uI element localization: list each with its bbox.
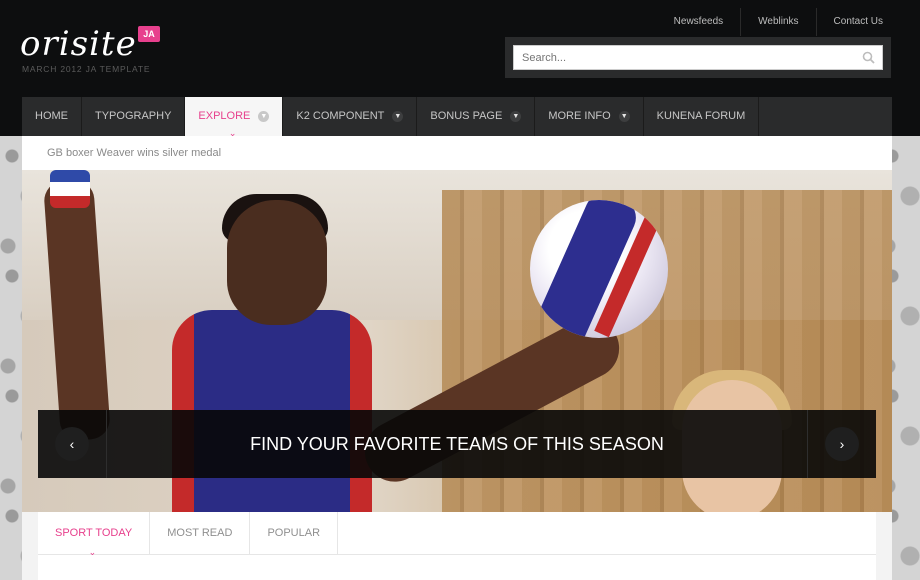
slide-caption-bar: ‹ FIND YOUR FAVORITE TEAMS OF THIS SEASO… <box>38 410 876 478</box>
nav-item-label: KUNENA FORUM <box>656 110 746 122</box>
top-links: Newsfeeds Weblinks Contact Us <box>657 8 900 36</box>
nav-item-typography[interactable]: TYPOGRAPHY <box>82 97 186 136</box>
nav-item-bonus-page[interactable]: BONUS PAGE ▼ <box>417 97 536 136</box>
chevron-down-icon: ▼ <box>510 111 522 122</box>
site-logo[interactable]: orisite JA MARCH 2012 JA TEMPLATE <box>20 24 170 76</box>
main-nav: HOME TYPOGRAPHY EXPLORE ▼ ⌄ K2 COMPONENT… <box>22 97 892 138</box>
tab-row: SPORT TODAY ⌄ MOST READ POPULAR <box>38 512 876 557</box>
chevron-down-icon: ▼ <box>392 111 404 122</box>
news-ticker[interactable]: GB boxer Weaver wins silver medal <box>22 136 892 170</box>
tab-sport-today[interactable]: SPORT TODAY ⌄ <box>38 512 151 557</box>
prev-slide-button[interactable]: ‹ <box>55 427 89 461</box>
nav-item-label: EXPLORE <box>198 110 251 122</box>
nav-item-more-info[interactable]: MORE INFO ▼ <box>535 97 644 136</box>
caption-divider <box>106 410 107 478</box>
chevron-down-icon: ▼ <box>618 111 630 122</box>
basketball-image <box>530 200 668 338</box>
ticker-text[interactable]: GB boxer Weaver wins silver medal <box>47 147 221 159</box>
caption-divider <box>807 410 808 478</box>
hero-image-wristband <box>50 170 90 208</box>
chevron-right-icon: › <box>839 436 845 452</box>
hero-image-head <box>227 200 327 325</box>
search-icon[interactable] <box>862 51 875 64</box>
search-box <box>505 37 891 78</box>
tab-label: MOST READ <box>167 527 233 539</box>
toplink-contact-us[interactable]: Contact Us <box>815 8 900 36</box>
chevron-down-icon: ▼ <box>258 111 270 122</box>
logo-text: orisite <box>20 24 137 64</box>
tab-label: POPULAR <box>267 527 321 539</box>
next-slide-button[interactable]: › <box>825 427 859 461</box>
main-content: GB boxer Weaver wins silver medal ‹ FIND… <box>22 136 892 580</box>
nav-item-label: BONUS PAGE <box>430 110 503 122</box>
nav-item-label: MORE INFO <box>548 110 611 122</box>
tab-most-read[interactable]: MOST READ <box>150 512 251 554</box>
search-input[interactable] <box>513 45 883 70</box>
nav-item-explore[interactable]: EXPLORE ▼ ⌄ <box>185 97 284 138</box>
nav-item-k2-component[interactable]: K2 COMPONENT ▼ <box>283 97 418 136</box>
logo-tagline: MARCH 2012 JA TEMPLATE <box>22 64 151 74</box>
site-header: orisite JA MARCH 2012 JA TEMPLATE Newsfe… <box>0 0 920 138</box>
slide-caption[interactable]: FIND YOUR FAVORITE TEAMS OF THIS SEASON <box>128 410 786 478</box>
nav-item-label: K2 COMPONENT <box>296 110 385 122</box>
logo-badge: JA <box>138 26 160 42</box>
tab-popular[interactable]: POPULAR <box>250 512 339 554</box>
active-pointer-icon: ⌄ <box>88 547 97 557</box>
toplink-weblinks[interactable]: Weblinks <box>740 8 815 36</box>
nav-item-kunena-forum[interactable]: KUNENA FORUM <box>644 97 760 136</box>
toplink-newsfeeds[interactable]: Newsfeeds <box>657 8 740 36</box>
nav-item-home[interactable]: HOME <box>22 97 82 136</box>
content-tabs: SPORT TODAY ⌄ MOST READ POPULAR <box>38 512 876 580</box>
tab-label: SPORT TODAY <box>55 527 133 539</box>
chevron-left-icon: ‹ <box>69 436 75 452</box>
nav-item-label: TYPOGRAPHY <box>95 110 172 122</box>
nav-item-label: HOME <box>35 110 68 122</box>
hero-slideshow[interactable]: ‹ FIND YOUR FAVORITE TEAMS OF THIS SEASO… <box>22 170 892 512</box>
